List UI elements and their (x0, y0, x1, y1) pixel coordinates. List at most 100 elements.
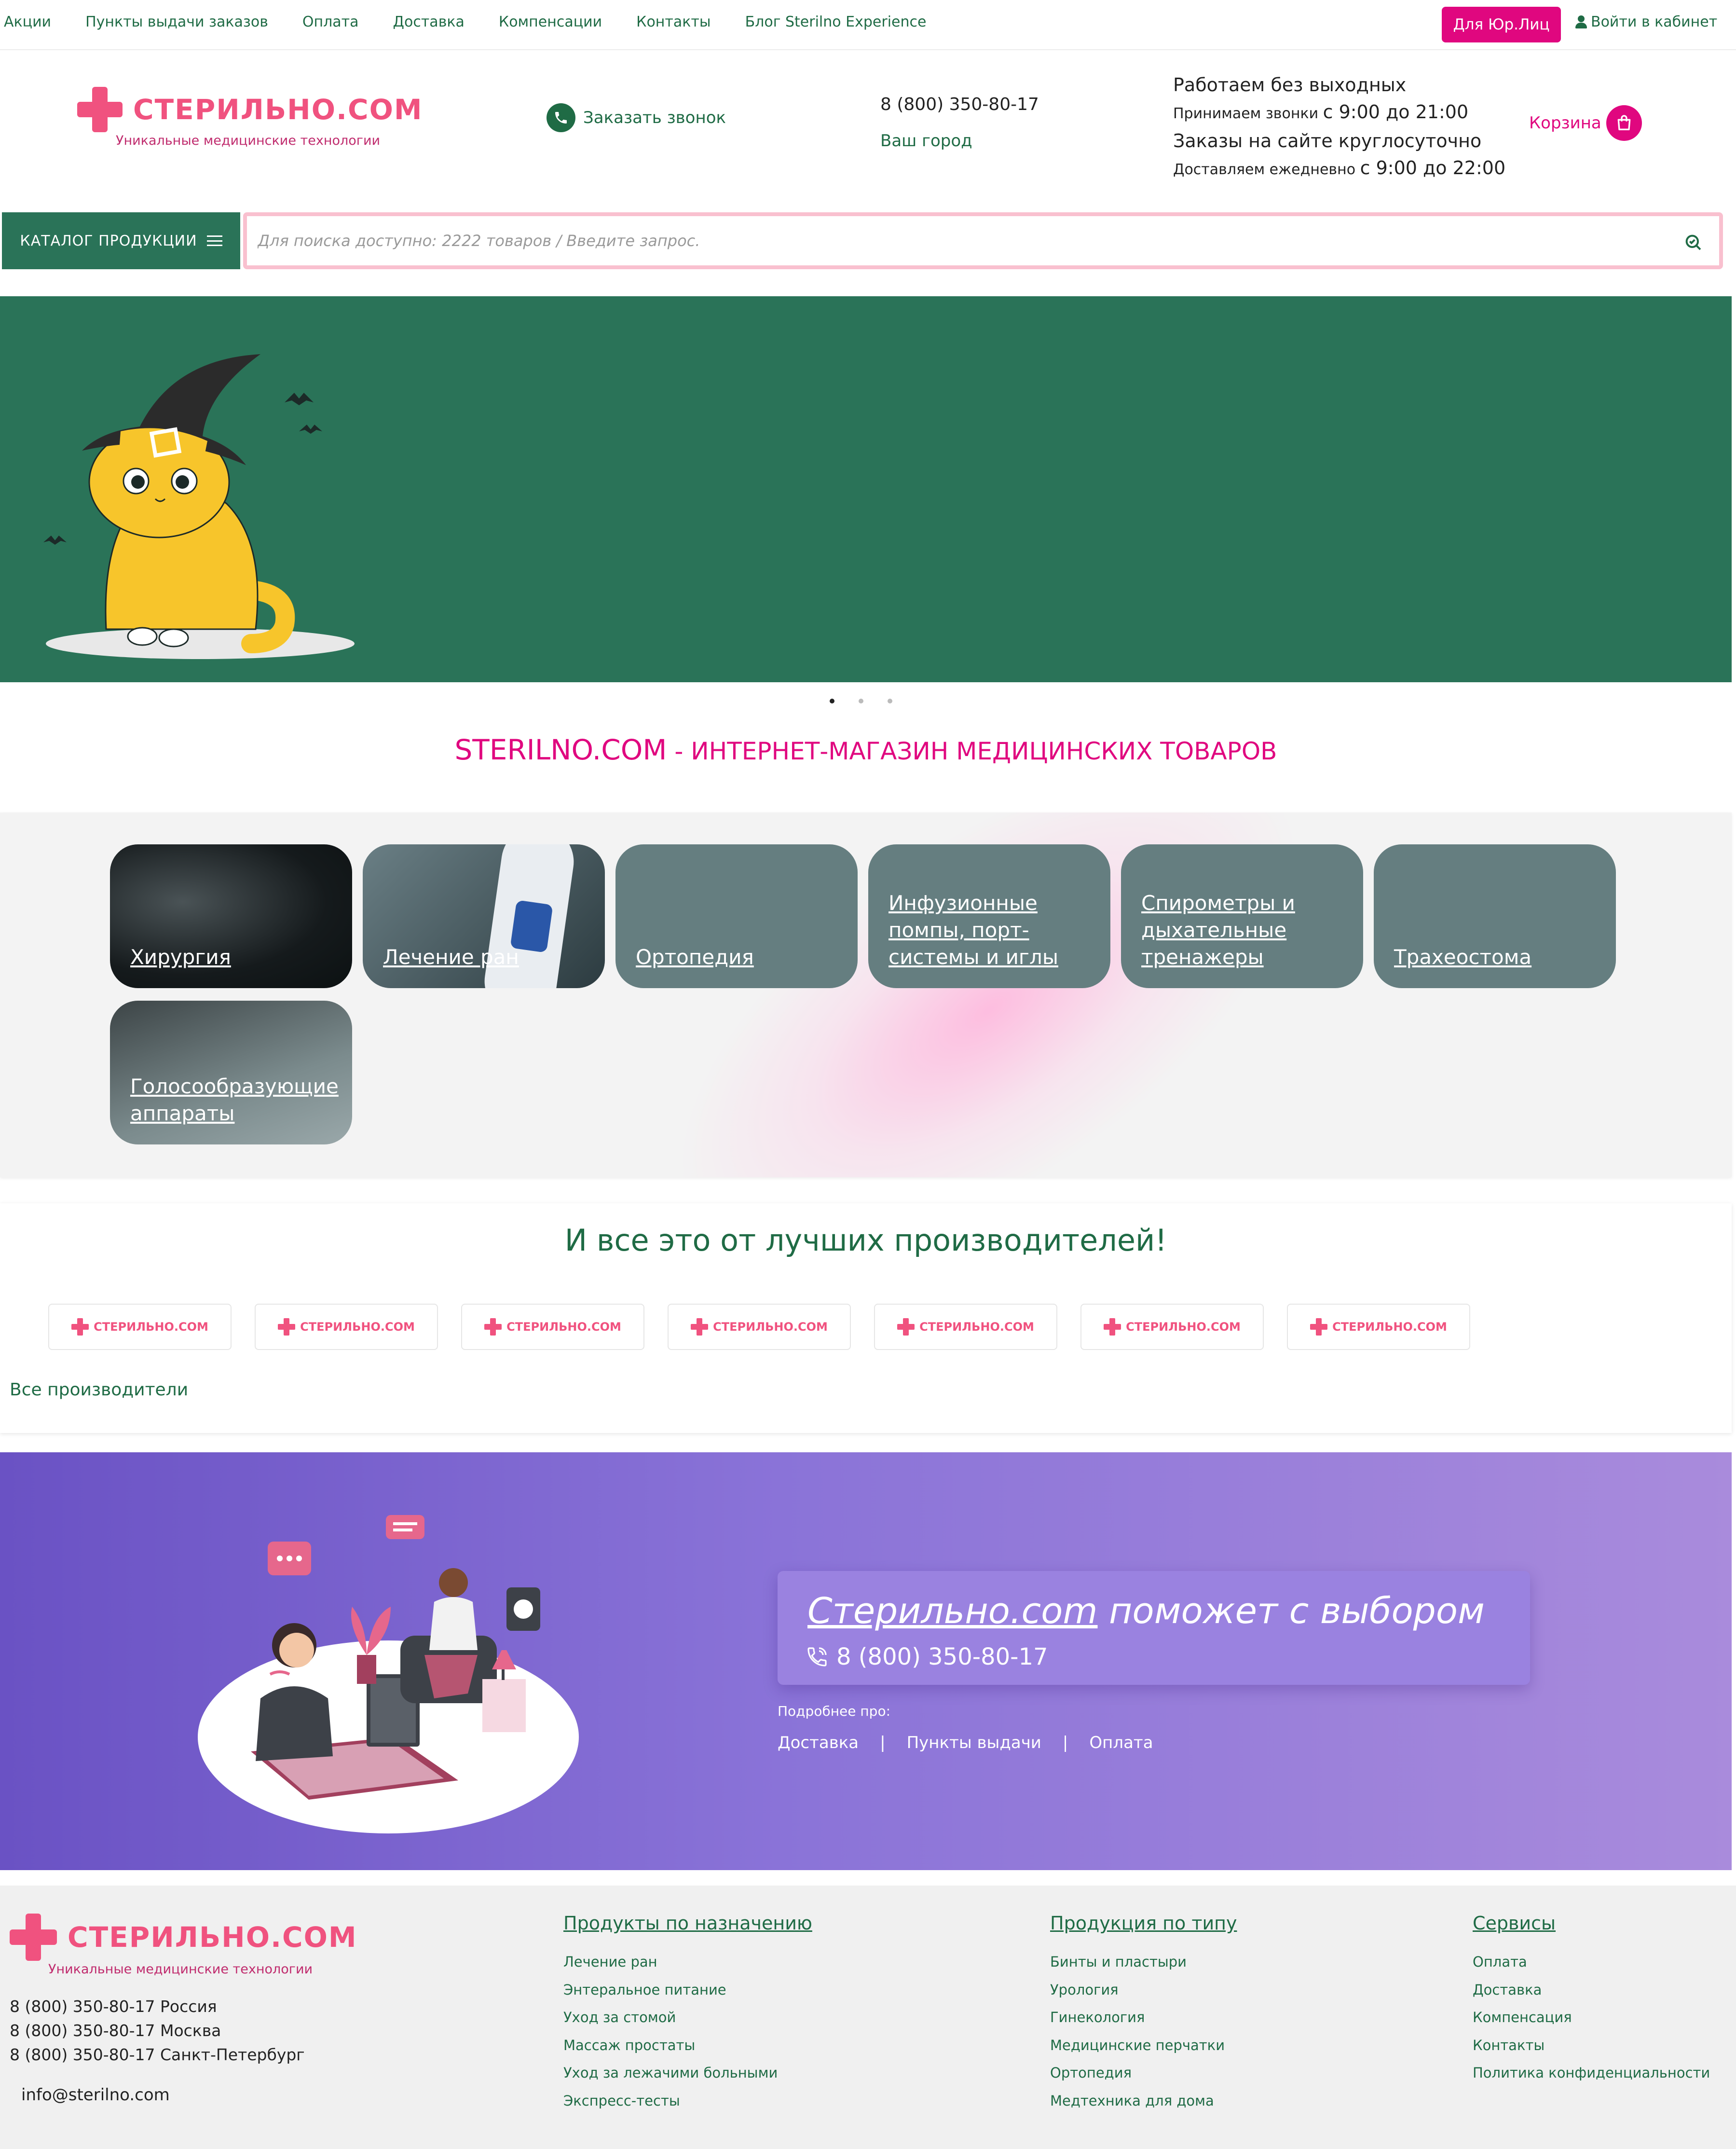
footer-link[interactable]: Экспресс-тесты (563, 2087, 812, 2115)
search-icon[interactable] (1683, 233, 1703, 252)
medical-cross-icon (691, 1318, 709, 1336)
help-link-pickup[interactable]: Пункты выдачи (907, 1733, 1041, 1752)
medical-cross-icon (77, 87, 123, 132)
work-line-3: Заказы на сайте круглосуточно (1173, 130, 1482, 152)
category-card-spirometers[interactable]: Спирометры и дыхательные тренажеры (1121, 844, 1363, 988)
help-link-delivery[interactable]: Доставка (778, 1733, 859, 1752)
category-card-infusion[interactable]: Инфузионные помпы, порт-системы и иглы (868, 844, 1110, 988)
top-nav: Акции Пункты выдачи заказов Оплата Доста… (0, 0, 1736, 50)
legal-entities-button[interactable]: Для Юр.Лиц (1442, 7, 1561, 42)
support-operators-illustration (198, 1515, 579, 1833)
help-phone-link[interactable]: 8 (800) 350-80-17 (806, 1643, 1048, 1670)
nav-link-blog[interactable]: Блог Sterilno Experience (745, 14, 927, 30)
page-title: STERILNO.COM - ИНТЕРНЕТ-МАГАЗИН МЕДИЦИНС… (0, 733, 1732, 766)
footer-link[interactable]: Лечение ран (563, 1948, 812, 1976)
footer-heading[interactable]: Продукты по назначению (563, 1913, 812, 1934)
login-label: Войти в кабинет (1591, 14, 1718, 30)
footer-link[interactable]: Медицинские перчатки (1050, 2032, 1237, 2060)
page-title-brand: STERILNO.COM (454, 733, 667, 766)
footer-link[interactable]: Массаж простаты (563, 2032, 812, 2060)
nav-link-compensation[interactable]: Компенсации (499, 14, 602, 30)
footer-link[interactable]: Энтеральное питание (563, 1976, 812, 2004)
work-line-4: Доставляем ежедневно с 9:00 до 22:00 (1173, 157, 1506, 179)
slider-dot-2[interactable] (859, 699, 863, 703)
nav-link-contacts[interactable]: Контакты (636, 14, 711, 30)
separator: | (1062, 1733, 1068, 1752)
help-link-payment[interactable]: Оплата (1089, 1733, 1153, 1752)
header-phone[interactable]: 8 (800) 350-80-17 (880, 95, 1039, 114)
footer-link[interactable]: Доставка (1473, 1976, 1710, 2004)
nav-link-promos[interactable]: Акции (4, 14, 51, 30)
slider-dots (830, 699, 916, 703)
footer-phone-spb[interactable]: 8 (800) 350-80-17 Санкт-Петербург (10, 2043, 305, 2067)
slider-dot-1[interactable] (830, 699, 834, 703)
cart-button[interactable]: Корзина (1529, 105, 1642, 141)
footer: СТЕРИЛЬНО.COM Уникальные медицинские тех… (0, 1886, 1736, 2149)
nav-link-payment[interactable]: Оплата (302, 14, 359, 30)
phone-icon (547, 103, 575, 132)
footer-heading[interactable]: Сервисы (1473, 1913, 1710, 1934)
category-card-tracheostomy[interactable]: Трахеостома (1374, 844, 1616, 988)
footer-email[interactable]: info@sterilno.com (21, 2085, 170, 2105)
footer-link[interactable]: Бинты и пластыри (1050, 1948, 1237, 1976)
category-label: Трахеостома (1394, 945, 1532, 969)
manufacturer-logo[interactable]: СТЕРИЛЬНО.COM (874, 1304, 1057, 1350)
manufacturer-logo[interactable]: СТЕРИЛЬНО.COM (48, 1304, 232, 1350)
category-label: Лечение ран (383, 945, 519, 969)
category-label: Инфузионные помпы, порт-системы и иглы (889, 891, 1058, 969)
medical-cross-icon (278, 1318, 296, 1336)
category-label: Голосообразующие аппараты (130, 1074, 339, 1125)
footer-phone-russia[interactable]: 8 (800) 350-80-17 Россия (10, 1995, 305, 2019)
slider-dot-3[interactable] (888, 699, 892, 703)
footer-link[interactable]: Ортопедия (1050, 2059, 1237, 2087)
separator: | (880, 1733, 886, 1752)
footer-link[interactable]: Политика конфиденциальности (1473, 2059, 1710, 2087)
manufacturer-logo[interactable]: СТЕРИЛЬНО.COM (255, 1304, 438, 1350)
nav-link-delivery[interactable]: Доставка (393, 14, 465, 30)
user-icon (1575, 15, 1587, 29)
work-line-2: Принимаем звонки с 9:00 до 21:00 (1173, 101, 1469, 123)
login-link[interactable]: Войти в кабинет (1575, 14, 1717, 30)
manufacturer-logo[interactable]: СТЕРИЛЬНО.COM (461, 1304, 644, 1350)
manufacturers-section: И все это от лучших производителей! СТЕР… (0, 1203, 1732, 1433)
footer-link[interactable]: Уход за лежачими больными (563, 2059, 812, 2087)
hamburger-menu-icon (206, 235, 222, 246)
manufacturer-logo[interactable]: СТЕРИЛЬНО.COM (1287, 1304, 1470, 1350)
manufacturer-logo[interactable]: СТЕРИЛЬНО.COM (1080, 1304, 1264, 1350)
medical-cross-icon (1104, 1318, 1121, 1336)
medical-cross-icon (71, 1318, 89, 1336)
footer-link[interactable]: Компенсация (1473, 2004, 1710, 2032)
footer-link[interactable]: Медтехника для дома (1050, 2087, 1237, 2115)
footer-link[interactable]: Контакты (1473, 2032, 1710, 2060)
footer-link[interactable]: Уход за стомой (563, 2004, 812, 2032)
footer-link[interactable]: Гинекология (1050, 2004, 1237, 2032)
halloween-cat-illustration (43, 354, 355, 659)
category-card-voice-devices[interactable]: Голосообразующие аппараты (110, 1001, 352, 1144)
medical-cross-icon (897, 1318, 915, 1336)
nav-link-pickup-points[interactable]: Пункты выдачи заказов (85, 14, 268, 30)
callback-button[interactable]: Заказать звонок (547, 103, 726, 132)
all-manufacturers-link[interactable]: Все производители (10, 1380, 188, 1400)
footer-column-services: Сервисы Оплата Доставка Компенсация Конт… (1473, 1913, 1710, 2087)
category-card-orthopedics[interactable]: Ортопедия (615, 844, 858, 988)
footer-phone-moscow[interactable]: 8 (800) 350-80-17 Москва (10, 2019, 305, 2043)
manufacturer-logo[interactable]: СТЕРИЛЬНО.COM (668, 1304, 851, 1350)
categories-section: Хирургия Лечение ран Ортопедия Инфузионн… (0, 813, 1732, 1177)
city-selector[interactable]: Ваш город (880, 131, 972, 151)
catalog-button[interactable]: КАТАЛОГ ПРОДУКЦИИ (2, 212, 240, 269)
footer-link[interactable]: Оплата (1473, 1948, 1710, 1976)
category-card-wound-care[interactable]: Лечение ран (363, 844, 605, 988)
category-card-surgery[interactable]: Хирургия (110, 844, 352, 988)
footer-phones: 8 (800) 350-80-17 Россия 8 (800) 350-80-… (10, 1995, 305, 2067)
footer-link[interactable]: Урология (1050, 1976, 1237, 2004)
footer-column-purpose: Продукты по назначению Лечение ран Энтер… (563, 1913, 812, 2115)
medical-cross-icon (1310, 1318, 1328, 1336)
footer-heading[interactable]: Продукция по типу (1050, 1913, 1237, 1934)
search-bar (243, 212, 1723, 269)
hero-banner[interactable] (0, 296, 1732, 682)
callback-label: Заказать звонок (583, 108, 726, 127)
site-logo[interactable]: СТЕРИЛЬНО.COM Уникальные медицинские тех… (77, 87, 423, 148)
footer-column-type: Продукция по типу Бинты и пластыри Уроло… (1050, 1913, 1237, 2115)
footer-logo[interactable]: СТЕРИЛЬНО.COM Уникальные медицинские тех… (10, 1914, 357, 1977)
search-input[interactable] (258, 228, 1656, 254)
